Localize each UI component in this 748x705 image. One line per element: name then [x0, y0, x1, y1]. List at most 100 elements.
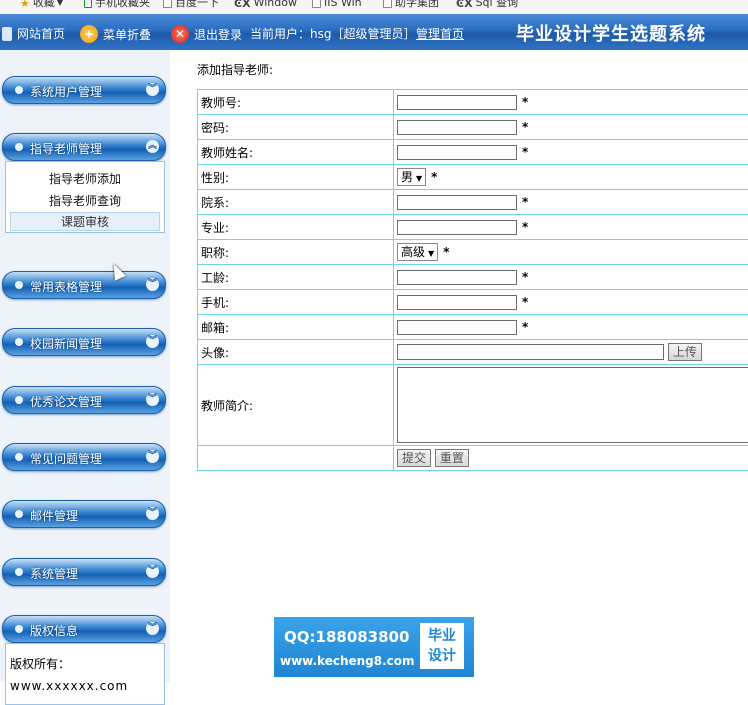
avatar-path-input[interactable] — [397, 344, 664, 360]
dropdown-arrow-icon: ▼ — [416, 174, 422, 183]
chevron-down-icon: ︾ — [146, 507, 159, 520]
upload-button[interactable]: 上传 — [668, 343, 702, 361]
bullet-icon — [15, 396, 23, 404]
field-label: 职称: — [198, 240, 394, 265]
logo-icon: ϾX — [234, 0, 251, 8]
form-title: 添加指导老师: — [197, 61, 273, 78]
password-input[interactable] — [397, 120, 517, 135]
header-bar: 网站首页 + 菜单折叠 ✕ 退出登录 当前用户：hsg［超级管理员］ 管理首页 … — [0, 14, 748, 50]
chevron-down-icon: ︾ — [146, 393, 159, 406]
required-mark: * — [443, 245, 449, 259]
page-icon — [383, 0, 392, 8]
form-row-intro: 教师简介: — [198, 365, 748, 446]
field-label: 头像: — [198, 340, 394, 365]
menu-header-forms[interactable]: 常用表格管理 ︾ — [2, 271, 166, 299]
chevron-down-icon: ︾ — [146, 278, 159, 291]
watermark-url: www.kecheng8.com — [280, 654, 415, 668]
close-icon: ✕ — [171, 25, 189, 43]
required-mark: * — [522, 195, 528, 209]
bookmark-favorites[interactable]: ★ 收藏▼ — [20, 0, 63, 8]
title-select[interactable]: 高级▼ — [397, 243, 438, 261]
sidebar: 系统用户管理 ︾ 指导老师管理 ︽ 指导老师添加 指导老师查询 课题审核 常用表… — [0, 50, 170, 682]
menu-header-faq[interactable]: 常见问题管理 ︾ — [2, 443, 166, 471]
field-label: 教师简介: — [198, 365, 394, 446]
form-row-major: 专业: * — [198, 215, 748, 240]
menu-header-copyright[interactable]: 版权信息 ︾ — [2, 615, 166, 643]
teacher-submenu: 指导老师添加 指导老师查询 课题审核 — [5, 161, 165, 233]
required-mark: * — [522, 95, 528, 109]
required-mark: * — [431, 170, 437, 184]
teacher-name-input[interactable] — [397, 145, 517, 160]
copyright-site: www.xxxxxx.com — [10, 679, 128, 693]
major-input[interactable] — [397, 220, 517, 235]
bullet-icon — [15, 338, 23, 346]
bullet-icon — [15, 86, 23, 94]
bullet-icon — [15, 453, 23, 461]
bullet-icon — [15, 568, 23, 576]
star-icon: ★ — [20, 0, 30, 8]
menu-header-papers[interactable]: 优秀论文管理 ︾ — [2, 386, 166, 414]
bullet-icon — [15, 625, 23, 633]
admin-home-link[interactable]: 管理首页 — [416, 25, 464, 42]
phone-input[interactable] — [397, 295, 517, 310]
form-row-password: 密码: * — [198, 115, 748, 140]
seniority-input[interactable] — [397, 270, 517, 285]
field-label: 邮箱: — [198, 315, 394, 340]
logo-icon: ϾX — [456, 0, 473, 8]
menu-header-system[interactable]: 系统管理 ︾ — [2, 558, 166, 586]
logout-button[interactable]: ✕ 退出登录 — [171, 25, 242, 43]
bookmark-mobile[interactable]: 手机收藏夹 — [84, 0, 150, 8]
home-icon — [2, 27, 12, 41]
add-teacher-form: 教师号: * 密码: * 教师姓名: * 性别: 男▼* 院系: * 专业: *… — [197, 89, 748, 471]
field-label: 教师号: — [198, 90, 394, 115]
page-icon — [312, 0, 321, 8]
teacher-no-input[interactable] — [397, 95, 517, 110]
form-row-title: 职称: 高级▼ * — [198, 240, 748, 265]
gender-select[interactable]: 男▼ — [397, 168, 426, 186]
watermark-qq: QQ:188083800 — [284, 628, 409, 646]
field-label: 教师姓名: — [198, 140, 394, 165]
chevron-up-icon: ︽ — [146, 140, 159, 153]
required-mark: * — [522, 145, 528, 159]
form-row-teacher-name: 教师姓名: * — [198, 140, 748, 165]
form-row-actions: 提交 重置 — [198, 446, 748, 471]
field-label: 密码: — [198, 115, 394, 140]
bookmark-iis[interactable]: IIS Win — [312, 0, 362, 8]
bookmark-zhuxue[interactable]: 助学集团 — [383, 0, 439, 8]
chevron-down-icon: ︾ — [146, 622, 159, 635]
system-title: 毕业设计学生选题系统 — [516, 20, 706, 46]
collapse-menu-button[interactable]: + 菜单折叠 — [80, 25, 151, 43]
chevron-down-icon: ︾ — [146, 565, 159, 578]
submit-button[interactable]: 提交 — [397, 449, 431, 467]
plus-icon: + — [80, 25, 98, 43]
bookmark-baidu[interactable]: 百度一下 — [163, 0, 219, 8]
sidebar-item-topic-review[interactable]: 课题审核 — [10, 212, 160, 231]
department-input[interactable] — [397, 195, 517, 210]
sidebar-item-add-teacher[interactable]: 指导老师添加 — [6, 170, 164, 187]
bookmarks-bar: ★ 收藏▼ 手机收藏夹 百度一下 ϾX Window IIS Win 助学集团 … — [0, 0, 748, 14]
menu-header-mail[interactable]: 邮件管理 ︾ — [2, 500, 166, 528]
form-row-phone: 手机: * — [198, 290, 748, 315]
menu-header-system-users[interactable]: 系统用户管理 ︾ — [2, 76, 166, 104]
field-label: 性别: — [198, 165, 394, 190]
intro-textarea[interactable] — [397, 367, 748, 443]
form-row-avatar: 头像: 上传 — [198, 340, 748, 365]
required-mark: * — [522, 320, 528, 334]
reset-button[interactable]: 重置 — [435, 449, 469, 467]
menu-header-news[interactable]: 校园新闻管理 ︾ — [2, 328, 166, 356]
bookmark-window[interactable]: ϾX Window — [234, 0, 297, 8]
form-row-email: 邮箱: * — [198, 315, 748, 340]
bullet-icon — [15, 510, 23, 518]
chevron-down-icon: ▼ — [57, 0, 63, 8]
field-label: 工龄: — [198, 265, 394, 290]
watermark-banner: QQ:188083800 www.kecheng8.com 毕业 设计 — [274, 617, 474, 677]
email-input[interactable] — [397, 320, 517, 335]
field-label: 手机: — [198, 290, 394, 315]
main-content: 添加指导老师: 教师号: * 密码: * 教师姓名: * 性别: 男▼* 院系:… — [190, 50, 748, 682]
watermark-logo: 毕业 设计 — [420, 623, 464, 669]
form-row-gender: 性别: 男▼ * — [198, 165, 748, 190]
home-link[interactable]: 网站首页 — [2, 25, 65, 42]
bookmark-sql[interactable]: ϾX Sql 查询 — [456, 0, 518, 8]
menu-header-teachers[interactable]: 指导老师管理 ︽ — [2, 133, 166, 161]
sidebar-item-query-teacher[interactable]: 指导老师查询 — [6, 192, 164, 209]
